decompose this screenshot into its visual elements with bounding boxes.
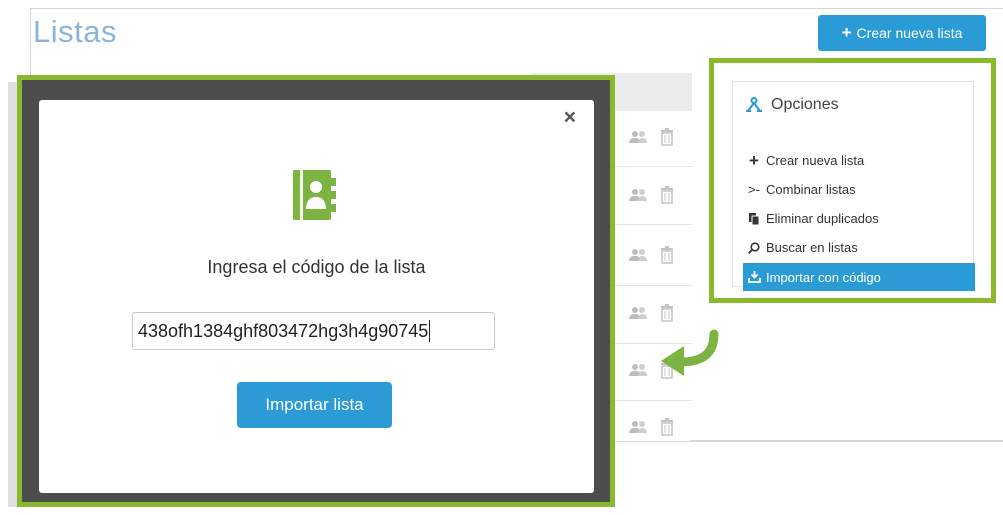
option-label: Crear nueva lista: [766, 153, 865, 168]
row-divider: [612, 285, 692, 286]
trash-icon[interactable]: [660, 186, 674, 204]
list-code-value: 438ofh1384ghf803472hg3h4g90745: [138, 320, 429, 341]
option-label: Combinar listas: [766, 182, 856, 197]
option-label: Importar con código: [766, 269, 881, 285]
contact-book-icon: [293, 170, 336, 220]
row-divider: [612, 400, 692, 401]
option-create-list[interactable]: + Crear nueva lista: [743, 146, 975, 175]
options-icon: [746, 97, 762, 112]
option-import-code[interactable]: Importar con código: [743, 263, 975, 291]
users-icon[interactable]: [628, 363, 648, 377]
options-panel-highlight: Opciones + Crear nueva lista >- Combinar…: [709, 58, 996, 303]
trash-icon[interactable]: [660, 418, 674, 436]
row-divider: [612, 224, 692, 225]
users-icon[interactable]: [628, 248, 648, 262]
create-list-button[interactable]: + Crear nueva lista: [818, 15, 986, 51]
table-row-actions: [628, 127, 688, 147]
option-label: Eliminar duplicados: [766, 211, 879, 226]
close-icon[interactable]: ×: [564, 106, 576, 130]
options-title-label: Opciones: [771, 96, 839, 113]
options-panel: Opciones + Crear nueva lista >- Combinar…: [732, 81, 975, 291]
option-label: Buscar en listas: [766, 240, 858, 255]
users-icon[interactable]: [628, 130, 648, 144]
option-remove-duplicates[interactable]: Eliminar duplicados: [743, 204, 975, 233]
table-row-actions: [628, 303, 688, 323]
list-code-input[interactable]: 438ofh1384ghf803472hg3h4g90745: [132, 312, 495, 350]
page-title: Listas: [33, 14, 117, 49]
users-icon[interactable]: [628, 306, 648, 320]
copy-icon: [747, 212, 761, 225]
users-icon[interactable]: [628, 420, 648, 434]
import-icon: [747, 271, 761, 283]
curved-arrow-icon: [661, 329, 719, 376]
table-row-actions: [628, 185, 688, 205]
users-icon[interactable]: [628, 188, 648, 202]
trash-icon[interactable]: [660, 246, 674, 264]
modal-prompt: Ingresa el código de la lista: [207, 257, 426, 277]
search-icon: [747, 241, 761, 254]
plus-icon: +: [749, 150, 759, 170]
row-divider: [612, 166, 692, 167]
table-row-actions: [628, 417, 688, 437]
import-modal-highlight: × Ingresa el código de la lista 438ofh13…: [17, 75, 615, 507]
plus-icon: +: [841, 23, 852, 42]
option-merge-lists[interactable]: >- Combinar listas: [743, 175, 975, 204]
merge-icon: >-: [748, 182, 760, 197]
create-list-label: Crear nueva lista: [856, 25, 963, 41]
import-list-button[interactable]: Importar lista: [237, 382, 392, 428]
import-modal: × Ingresa el código de la lista 438ofh13…: [39, 100, 594, 493]
table-bottom-border: [690, 440, 1003, 441]
table-row-actions: [628, 245, 688, 265]
trash-icon[interactable]: [660, 128, 674, 146]
trash-icon[interactable]: [660, 304, 674, 322]
options-title: Opciones: [745, 96, 839, 114]
option-search-lists[interactable]: Buscar en listas: [743, 233, 975, 262]
